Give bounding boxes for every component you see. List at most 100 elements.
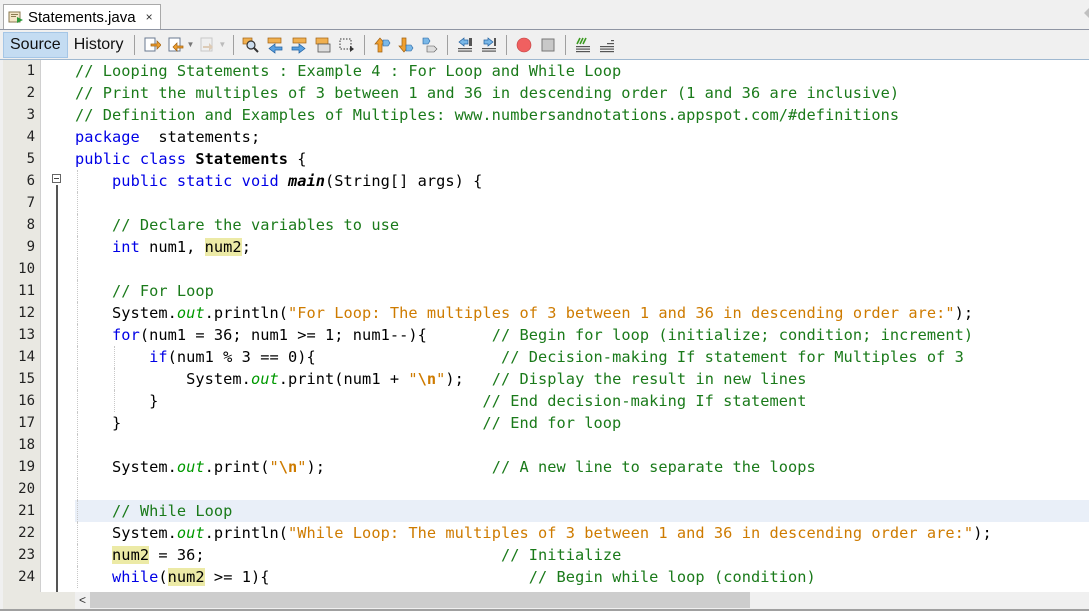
forward-dropdown-icon[interactable]: ▼	[218, 40, 226, 49]
toggle-highlight-icon[interactable]	[314, 36, 332, 54]
code-line[interactable]: 3 // Definition and Examples of Multiples…	[0, 104, 1089, 126]
forward-icon[interactable]	[199, 36, 217, 54]
source-button[interactable]: Source	[3, 31, 68, 58]
horizontal-scrollbar-thumb[interactable]	[90, 592, 750, 608]
code-line[interactable]: 12 System.out.println("For Loop: The mul…	[0, 302, 1089, 324]
indent-guide	[77, 368, 78, 390]
code-line[interactable]: 6 public static void main(String[] args)…	[0, 170, 1089, 192]
code-editor[interactable]: 1 // Looping Statements : Example 4 : For…	[0, 60, 1089, 592]
line-number: 11	[18, 283, 35, 299]
comment-token: // Definition and Examples of Multiples:…	[75, 106, 900, 124]
code-line[interactable]: 2 // Print the multiples of 3 between 1 a…	[0, 82, 1089, 104]
indent-guide	[77, 346, 78, 368]
tab-scroll-left-icon[interactable]	[1084, 8, 1089, 18]
code-line[interactable]: 22 System.out.println("While Loop: The m…	[0, 522, 1089, 544]
comment-icon[interactable]	[574, 36, 592, 54]
code-text: // Definition and Examples of Multiples:…	[75, 104, 1089, 126]
find-selection-icon[interactable]	[242, 36, 260, 54]
comment-token: // Display the result in new lines	[491, 370, 807, 388]
indent-guide	[77, 302, 78, 324]
line-number: 9	[26, 239, 35, 255]
comment-token: // Print the multiples of 3 between 1 an…	[75, 84, 900, 102]
indent-guide	[77, 324, 78, 346]
code-line[interactable]: 19 System.out.print("\n"); // A new line…	[0, 456, 1089, 478]
code-line[interactable]: 15 System.out.print(num1 + "\n"); // Dis…	[0, 368, 1089, 390]
code-line[interactable]: 13 for(num1 = 36; num1 >= 1; num1--){ //…	[0, 324, 1089, 346]
horizontal-scrollbar[interactable]: <	[75, 592, 1089, 609]
next-bookmark-icon[interactable]	[397, 36, 415, 54]
code-text: for(num1 = 36; num1 >= 1; num1--){ // Be…	[75, 324, 1089, 346]
code-token: package	[75, 128, 140, 146]
code-token: (String[] args) {	[325, 172, 483, 190]
uncomment-icon[interactable]	[598, 36, 616, 54]
code-line[interactable]: 16 } // End decision-making If statement	[0, 390, 1089, 412]
code-token: (num1 % 3 == 0){	[167, 348, 501, 366]
stop-macro-recording-icon[interactable]	[539, 36, 557, 54]
code-token: System.	[75, 304, 177, 322]
code-line[interactable]: 4 package statements;	[0, 126, 1089, 148]
code-token: out	[176, 304, 205, 322]
comment-token: // While Loop	[112, 502, 233, 520]
code-token: System.	[75, 524, 177, 542]
comment-token: // Begin for loop (initialize; condition…	[491, 326, 974, 344]
history-button[interactable]: History	[68, 32, 130, 58]
code-line[interactable]: 11 // For Loop	[0, 280, 1089, 302]
code-line[interactable]: 5 public class Statements {	[0, 148, 1089, 170]
comment-token: // Looping Statements : Example 4 : For …	[75, 62, 622, 80]
code-token: \n	[417, 370, 437, 388]
last-edit-icon[interactable]	[143, 36, 162, 54]
code-text: } // End for loop	[75, 412, 1089, 434]
code-line[interactable]: 20	[0, 478, 1089, 500]
code-token: public class	[75, 150, 196, 168]
code-lines: 1 // Looping Statements : Example 4 : For…	[0, 60, 1089, 592]
code-line[interactable]: 23 num2 = 36; // Initialize	[0, 544, 1089, 566]
tab-statements-java[interactable]: Statements.java ×	[3, 4, 161, 29]
back-icon[interactable]	[167, 36, 185, 54]
line-number: 10	[18, 261, 35, 277]
back-dropdown-icon[interactable]: ▼	[186, 40, 194, 49]
occurrence-highlight: num2	[204, 238, 242, 256]
code-token: out	[176, 458, 205, 476]
toolbar-separator	[134, 34, 136, 55]
find-previous-icon[interactable]	[266, 36, 284, 54]
line-number: 19	[18, 459, 35, 475]
code-line[interactable]: 1 // Looping Statements : Example 4 : For…	[0, 60, 1089, 82]
code-token: out	[250, 370, 279, 388]
previous-bookmark-icon[interactable]	[373, 36, 391, 54]
code-token: "	[297, 458, 307, 476]
code-line[interactable]: 9 int num1, num2;	[0, 236, 1089, 258]
indent-guide	[77, 412, 78, 434]
scroll-left-icon[interactable]: <	[79, 593, 86, 607]
close-tab-icon[interactable]: ×	[146, 10, 153, 24]
code-line[interactable]: 17 } // End for loop	[0, 412, 1089, 434]
shift-line-left-icon[interactable]	[456, 36, 474, 54]
line-number: 15	[18, 371, 35, 387]
find-next-icon[interactable]	[290, 36, 308, 54]
code-line[interactable]: 8 // Declare the variables to use	[0, 214, 1089, 236]
code-text: // While Loop	[75, 500, 1089, 522]
line-number: 7	[26, 195, 35, 211]
code-line[interactable]: 21 // While Loop	[0, 500, 1089, 522]
code-token: System.	[75, 458, 177, 476]
comment-token: // For Loop	[112, 282, 214, 300]
indent-guide	[77, 192, 78, 214]
code-line[interactable]: 18	[0, 434, 1089, 456]
code-text: } // End decision-making If statement	[75, 390, 1089, 412]
occurrence-highlight: num2	[167, 568, 205, 586]
indent-guide	[77, 456, 78, 478]
shift-line-right-icon[interactable]	[480, 36, 498, 54]
toolbar-separator	[447, 34, 449, 55]
comment-token: // A new line to separate the loops	[491, 458, 816, 476]
indent-guide	[77, 170, 78, 192]
code-line[interactable]: 10	[0, 258, 1089, 280]
start-macro-recording-icon[interactable]	[515, 36, 533, 54]
code-line[interactable]: 7	[0, 192, 1089, 214]
line-number: 5	[26, 151, 35, 167]
toggle-bookmark-icon[interactable]	[421, 36, 439, 54]
code-token: System.	[75, 370, 251, 388]
code-line[interactable]: 14 if(num1 % 3 == 0){ // Decision-making…	[0, 346, 1089, 368]
code-line[interactable]: 24 while(num2 >= 1){ // Begin while loop…	[0, 566, 1089, 588]
toggle-rectangular-selection-icon[interactable]	[338, 36, 356, 54]
